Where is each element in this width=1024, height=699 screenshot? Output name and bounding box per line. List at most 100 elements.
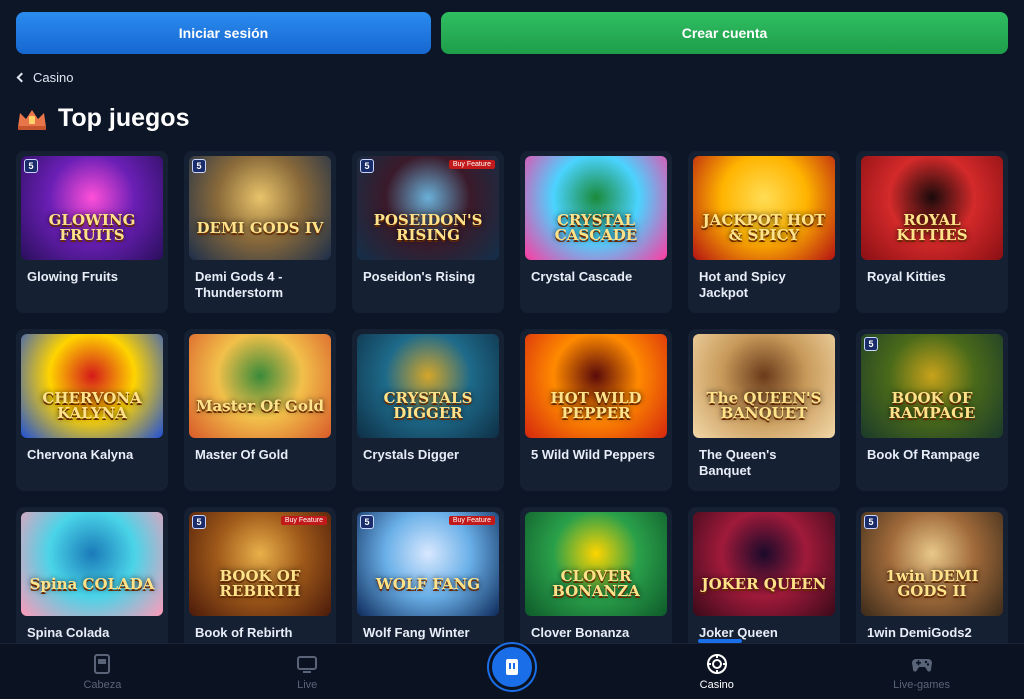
nav-label-casino: Casino bbox=[699, 678, 734, 691]
game-thumbnail: CRYSTAL CASCADE bbox=[525, 156, 667, 260]
bottom-nav: Cabeza Live Casino Live-games bbox=[0, 643, 1024, 699]
center-action-button[interactable] bbox=[488, 643, 535, 690]
game-title: Master Of Gold bbox=[195, 447, 289, 462]
game-artwork bbox=[861, 512, 1003, 616]
game-thumbnail: DEMI GODS IV 5 bbox=[189, 156, 331, 260]
game-artwork bbox=[861, 156, 1003, 260]
game-artwork bbox=[693, 156, 835, 260]
nav-label-home: Cabeza bbox=[83, 678, 122, 691]
game-art-title: 1win DEMI GODS II bbox=[885, 567, 979, 600]
create-account-button[interactable]: Crear cuenta bbox=[441, 12, 1008, 54]
game-art-title: JOKER QUEEN bbox=[701, 574, 827, 593]
game-card[interactable]: The QUEEN'S BANQUET The Queen's Banquet bbox=[688, 329, 840, 491]
game-art-title: WOLF FANG bbox=[375, 574, 481, 593]
casino-chip-icon bbox=[706, 653, 727, 674]
game-artwork bbox=[357, 156, 499, 260]
chevron-left-icon bbox=[16, 72, 27, 83]
game-art-title: CRYSTALS DIGGER bbox=[383, 389, 473, 422]
game-thumbnail: ROYAL KITTIES bbox=[861, 156, 1003, 260]
game-art-title: DEMI GODS IV bbox=[196, 218, 324, 237]
section-header: Top juegos bbox=[16, 104, 189, 133]
game-title: Book of Rebirth bbox=[195, 625, 293, 640]
game-artwork bbox=[21, 334, 163, 438]
provider-badge: 5 bbox=[864, 515, 878, 529]
game-art-title: The QUEEN'S BANQUET bbox=[706, 389, 822, 422]
game-title: Royal Kitties bbox=[867, 269, 946, 284]
game-artwork bbox=[21, 156, 163, 260]
provider-badge: 5 bbox=[192, 159, 206, 173]
nav-label-live-games: Live-games bbox=[893, 678, 951, 691]
nav-item-home[interactable]: Cabeza bbox=[0, 644, 205, 699]
game-title: 1win DemiGods2 bbox=[867, 625, 972, 640]
provider-badge: 5 bbox=[864, 337, 878, 351]
game-thumbnail: BOOK OF RAMPAGE 5 bbox=[861, 334, 1003, 438]
game-card[interactable]: CRYSTAL CASCADE Crystal Cascade bbox=[520, 151, 672, 313]
game-artwork bbox=[693, 512, 835, 616]
game-art-title: HOT WILD PEPPER bbox=[550, 389, 642, 422]
nav-item-live-games[interactable]: Live-games bbox=[819, 644, 1024, 699]
game-thumbnail: WOLF FANG 5 Buy Feature bbox=[357, 512, 499, 616]
game-thumbnail: CLOVER BONANZA bbox=[525, 512, 667, 616]
game-card[interactable]: CRYSTALS DIGGER Crystals Digger bbox=[352, 329, 504, 491]
game-card[interactable]: BOOK OF RAMPAGE 5 Book Of Rampage bbox=[856, 329, 1008, 491]
game-art-title: CHERVONA KALYNA bbox=[42, 389, 142, 422]
game-title: Book Of Rampage bbox=[867, 447, 980, 462]
nav-item-casino[interactable]: Casino bbox=[614, 644, 819, 699]
game-title: Glowing Fruits bbox=[27, 269, 118, 284]
gamepad-icon bbox=[911, 658, 932, 672]
provider-badge: 5 bbox=[360, 515, 374, 529]
buy-feature-badge: Buy Feature bbox=[280, 516, 327, 525]
nav-label-live: Live bbox=[297, 678, 318, 691]
game-artwork bbox=[357, 512, 499, 616]
game-card[interactable]: Master Of Gold Master Of Gold bbox=[184, 329, 336, 491]
game-thumbnail: The QUEEN'S BANQUET bbox=[693, 334, 835, 438]
game-art-title: GLOWING FRUITS bbox=[48, 211, 136, 244]
nav-center bbox=[410, 643, 615, 699]
buy-feature-badge: Buy Feature bbox=[448, 516, 495, 525]
game-art-title: BOOK OF REBIRTH bbox=[219, 567, 301, 600]
game-card[interactable]: CHERVONA KALYNA Chervona Kalyna bbox=[16, 329, 168, 491]
game-art-title: CRYSTAL CASCADE bbox=[554, 211, 638, 244]
game-artwork bbox=[693, 334, 835, 438]
game-art-title: JACKPOT HOT & SPICY bbox=[702, 211, 826, 244]
auth-bar: Iniciar sesión Crear cuenta bbox=[16, 12, 1008, 54]
login-button[interactable]: Iniciar sesión bbox=[16, 12, 431, 54]
game-title: Demi Gods 4 - Thunderstorm bbox=[195, 269, 284, 300]
game-title: The Queen's Banquet bbox=[699, 447, 777, 478]
game-artwork bbox=[525, 156, 667, 260]
tv-icon bbox=[297, 655, 318, 673]
game-thumbnail: CRYSTALS DIGGER bbox=[357, 334, 499, 438]
game-thumbnail: Spina COLADA bbox=[21, 512, 163, 616]
game-card[interactable]: GLOWING FRUITS 5 Glowing Fruits bbox=[16, 151, 168, 313]
game-thumbnail: POSEIDON'S RISING 5 Buy Feature bbox=[357, 156, 499, 260]
game-artwork bbox=[189, 334, 331, 438]
game-thumbnail: 1win DEMI GODS II 5 bbox=[861, 512, 1003, 616]
breadcrumb[interactable]: Casino bbox=[16, 70, 74, 85]
game-thumbnail: JOKER QUEEN bbox=[693, 512, 835, 616]
game-title: Crystal Cascade bbox=[531, 269, 633, 284]
game-card[interactable]: HOT WILD PEPPER 5 Wild Wild Peppers bbox=[520, 329, 672, 491]
game-thumbnail: JACKPOT HOT & SPICY bbox=[693, 156, 835, 260]
game-artwork bbox=[861, 334, 1003, 438]
breadcrumb-label: Casino bbox=[33, 70, 74, 85]
game-title: Clover Bonanza bbox=[531, 625, 630, 640]
game-artwork bbox=[525, 334, 667, 438]
game-thumbnail: BOOK OF REBIRTH 5 Buy Feature bbox=[189, 512, 331, 616]
home-icon bbox=[94, 653, 111, 674]
game-thumbnail: Master Of Gold bbox=[189, 334, 331, 438]
game-card[interactable]: ROYAL KITTIES Royal Kitties bbox=[856, 151, 1008, 313]
game-title: Poseidon's Rising bbox=[363, 269, 476, 284]
game-title: Chervona Kalyna bbox=[27, 447, 134, 462]
game-art-title: BOOK OF RAMPAGE bbox=[888, 389, 976, 422]
game-card[interactable]: DEMI GODS IV 5 Demi Gods 4 - Thunderstorm bbox=[184, 151, 336, 313]
provider-badge: 5 bbox=[24, 159, 38, 173]
game-title: Hot and Spicy Jackpot bbox=[699, 269, 786, 300]
game-artwork bbox=[189, 156, 331, 260]
game-artwork bbox=[525, 512, 667, 616]
game-art-title: POSEIDON'S RISING bbox=[373, 211, 483, 244]
game-card[interactable]: POSEIDON'S RISING 5 Buy Feature Poseidon's … bbox=[352, 151, 504, 313]
game-artwork bbox=[189, 512, 331, 616]
nav-item-live[interactable]: Live bbox=[205, 644, 410, 699]
crown-icon bbox=[18, 109, 46, 130]
game-card[interactable]: JACKPOT HOT & SPICY Hot and Spicy Jackpot bbox=[688, 151, 840, 313]
